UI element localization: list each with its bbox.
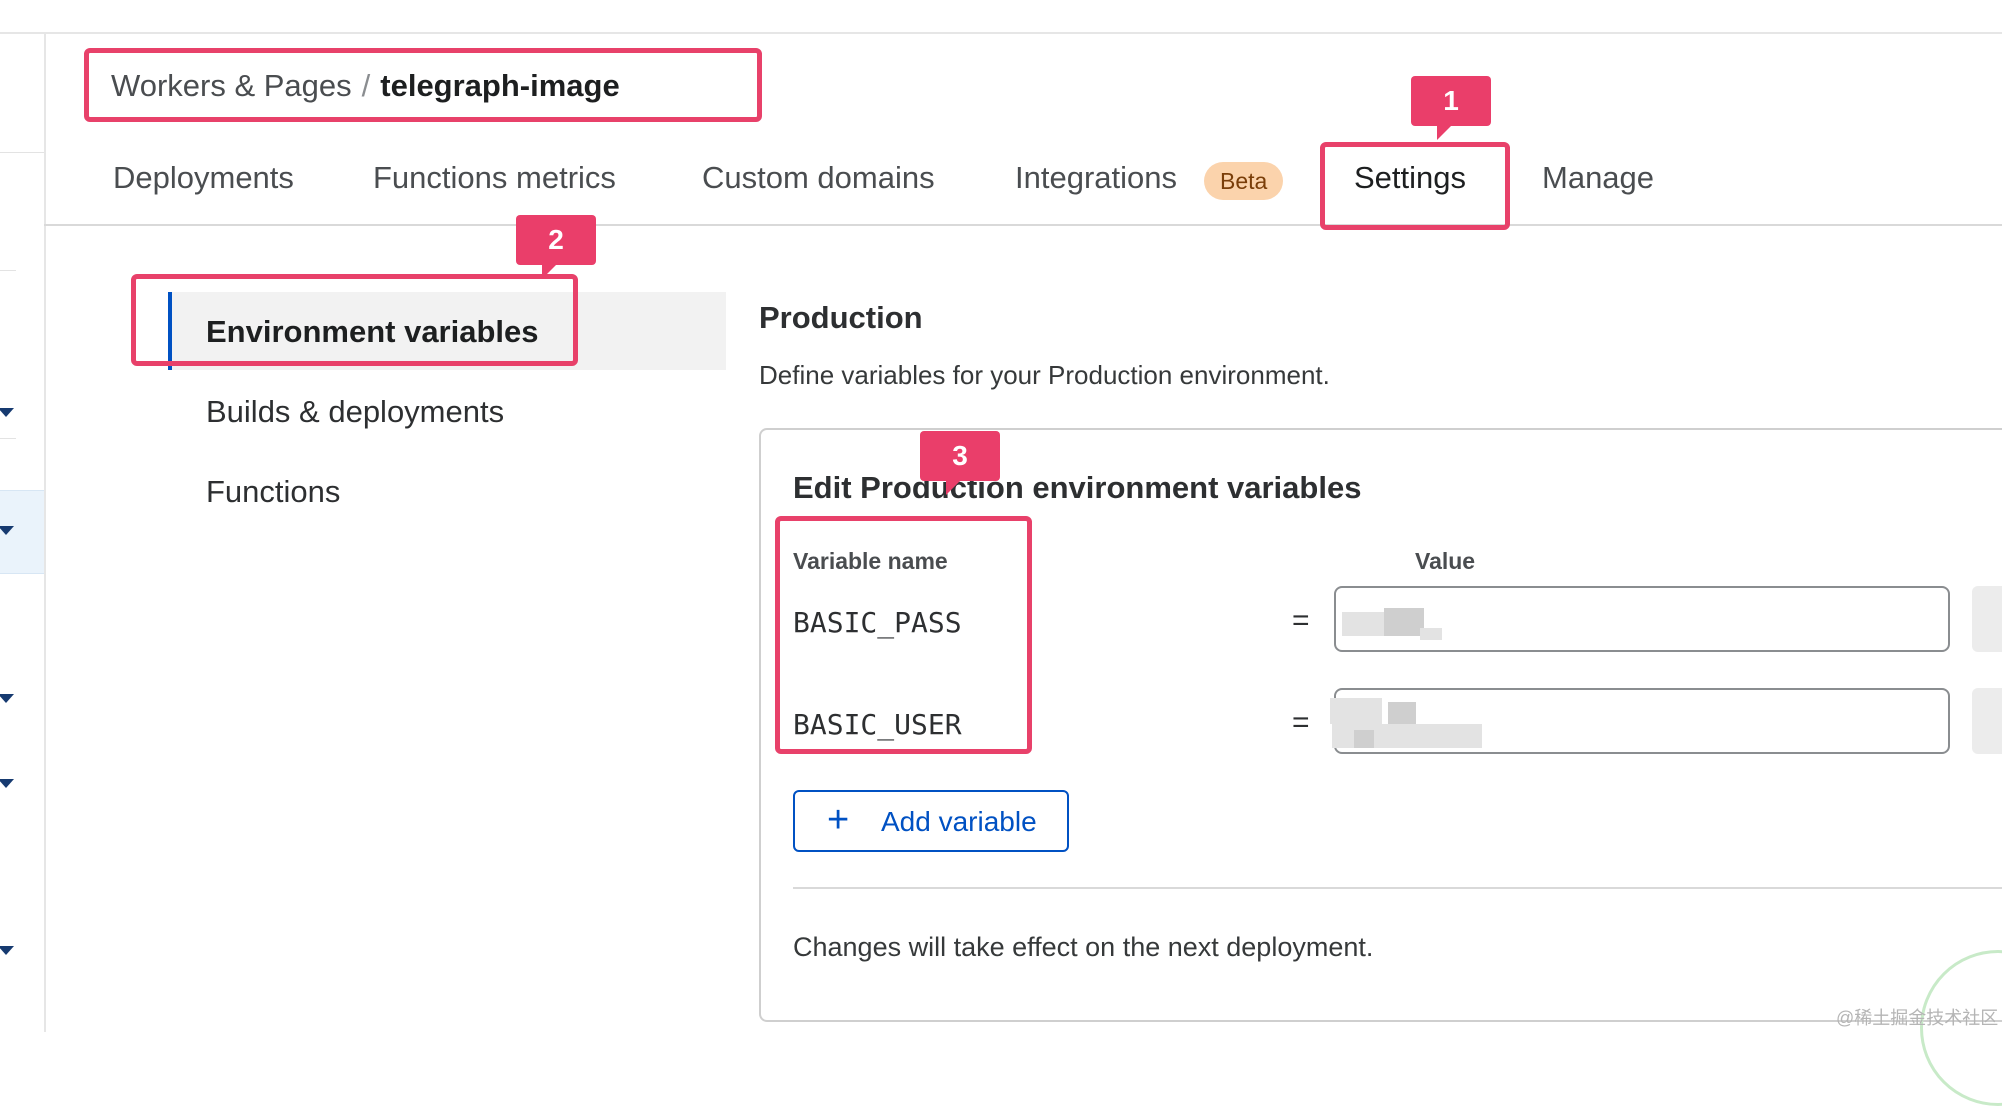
top-bar	[0, 0, 2002, 34]
annotation-box-variable-names	[775, 516, 1032, 754]
delete-variable-button[interactable]	[1972, 688, 2002, 754]
annotation-box-breadcrumb	[84, 48, 762, 122]
deployment-note: Changes will take effect on the next dep…	[793, 932, 1374, 962]
equals-sign: =	[1292, 706, 1310, 739]
redacted-value	[1384, 608, 1424, 636]
value-input-basic-pass[interactable]	[1334, 586, 1950, 652]
subnav-builds-deployments[interactable]: Builds & deployments	[206, 394, 504, 430]
redacted-value	[1354, 730, 1374, 748]
tab-bar-border	[44, 224, 2002, 226]
tab-integrations[interactable]: Integrations	[1015, 160, 1177, 196]
watermark: @稀土掘金技术社区	[1836, 1008, 1999, 1028]
redacted-value	[1330, 698, 1382, 724]
redacted-value	[1388, 702, 1416, 726]
section-title: Production	[759, 300, 923, 335]
equals-sign: =	[1292, 604, 1310, 637]
card-divider	[793, 887, 2002, 889]
beta-badge: Beta	[1204, 162, 1284, 200]
value-input-basic-user[interactable]	[1330, 688, 1950, 754]
chevron-down-icon[interactable]	[0, 779, 14, 788]
chevron-down-icon[interactable]	[0, 408, 14, 417]
sidebar-divider	[0, 270, 16, 271]
sidebar-divider	[0, 438, 16, 439]
chevron-down-icon[interactable]	[0, 526, 14, 535]
add-variable-button[interactable]: + Add variable	[793, 790, 1069, 852]
section-description: Define variables for your Production env…	[759, 360, 1330, 390]
annotation-box-settings	[1320, 142, 1510, 230]
value-header: Value	[1415, 548, 1476, 574]
tab-functions-metrics[interactable]: Functions metrics	[373, 160, 616, 196]
redacted-value	[1420, 628, 1442, 640]
card-title: Edit Production environment variables	[793, 470, 1362, 505]
chevron-down-icon[interactable]	[0, 946, 14, 955]
redacted-value	[1342, 612, 1388, 636]
tab-deployments[interactable]: Deployments	[113, 160, 294, 196]
delete-variable-button[interactable]	[1972, 586, 2002, 652]
subnav-functions[interactable]: Functions	[206, 474, 340, 510]
add-variable-label: Add variable	[881, 806, 1037, 837]
tab-custom-domains[interactable]: Custom domains	[702, 160, 935, 196]
tab-manage[interactable]: Manage	[1542, 160, 1654, 196]
annotation-marker-2: 2	[516, 215, 596, 279]
chevron-down-icon[interactable]	[0, 694, 14, 703]
annotation-marker-1: 1	[1411, 76, 1491, 140]
plus-icon: +	[827, 799, 850, 841]
tab-bar: Deployments Functions metrics Custom dom…	[0, 150, 2002, 224]
annotation-marker-3: 3	[920, 431, 1000, 495]
annotation-box-env-variables	[131, 274, 578, 366]
